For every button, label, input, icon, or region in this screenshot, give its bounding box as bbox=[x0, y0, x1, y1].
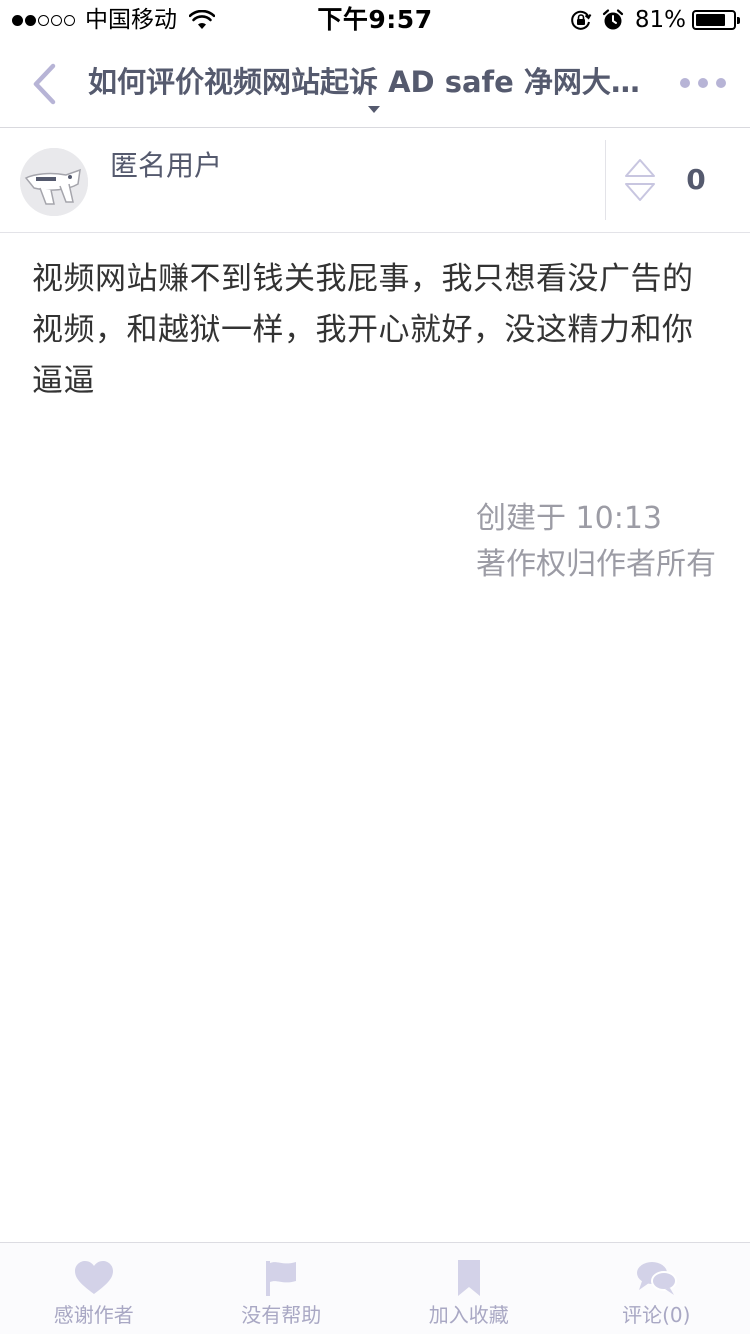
flag-icon bbox=[266, 1261, 297, 1296]
battery-icon bbox=[692, 10, 740, 30]
created-time: 创建于 10:13 bbox=[476, 501, 662, 536]
author-row: 匿名用户 0 bbox=[0, 128, 750, 233]
bookmark-icon bbox=[457, 1260, 480, 1296]
vote-button[interactable] bbox=[622, 156, 658, 206]
bottom-toolbar: 感谢作者 没有帮助 加入收藏 评论(0) bbox=[0, 1242, 750, 1334]
alarm-icon bbox=[602, 9, 623, 30]
answer-screen: 中国移动 下午9:57 81% 如何评价视频网站起诉 AD safe 净网大师？… bbox=[0, 0, 750, 1334]
add-to-collection-button[interactable]: 加入收藏 bbox=[375, 1243, 563, 1334]
caret-down-icon[interactable] bbox=[368, 106, 380, 113]
tab-label: 感谢作者 bbox=[53, 1303, 134, 1327]
tab-label: 加入收藏 bbox=[428, 1303, 509, 1327]
vote-divider bbox=[605, 140, 606, 220]
comment-icon bbox=[637, 1262, 678, 1295]
nav-bar: 如何评价视频网站起诉 AD safe 净网大师？ bbox=[0, 40, 750, 128]
more-dot-icon bbox=[698, 78, 708, 88]
heart-icon bbox=[74, 1261, 113, 1294]
vote-count: 0 bbox=[686, 163, 706, 196]
back-button[interactable] bbox=[20, 60, 68, 108]
battery-level bbox=[696, 14, 725, 26]
thank-author-button[interactable]: 感谢作者 bbox=[0, 1243, 188, 1334]
vote-arrows-icon bbox=[625, 159, 655, 201]
status-right: 81% bbox=[561, 6, 740, 34]
more-dot-icon bbox=[680, 78, 690, 88]
avatar[interactable] bbox=[20, 148, 88, 216]
answer-meta: 创建于 10:13 著作权归作者所有 bbox=[476, 496, 716, 588]
battery-percent: 81% bbox=[634, 7, 686, 33]
orientation-lock-icon bbox=[571, 10, 592, 30]
anonymous-avatar-icon bbox=[20, 148, 88, 216]
status-bar: 中国移动 下午9:57 81% bbox=[0, 0, 750, 40]
tab-label: 评论(0) bbox=[622, 1303, 691, 1327]
comments-button[interactable]: 评论(0) bbox=[563, 1243, 750, 1334]
chevron-left-icon bbox=[33, 63, 56, 105]
answer-content: 视频网站赚不到钱关我屁事，我只想看没广告的视频，和越狱一样，我开心就好，没这精力… bbox=[32, 261, 694, 399]
more-dot-icon bbox=[716, 78, 726, 88]
question-title[interactable]: 如何评价视频网站起诉 AD safe 净网大师？ bbox=[88, 62, 668, 102]
tab-label: 没有帮助 bbox=[241, 1303, 322, 1327]
not-helpful-button[interactable]: 没有帮助 bbox=[188, 1243, 376, 1334]
author-name[interactable]: 匿名用户 bbox=[110, 146, 222, 186]
more-options-button[interactable] bbox=[680, 70, 726, 96]
copyright-notice: 著作权归作者所有 bbox=[476, 547, 716, 582]
